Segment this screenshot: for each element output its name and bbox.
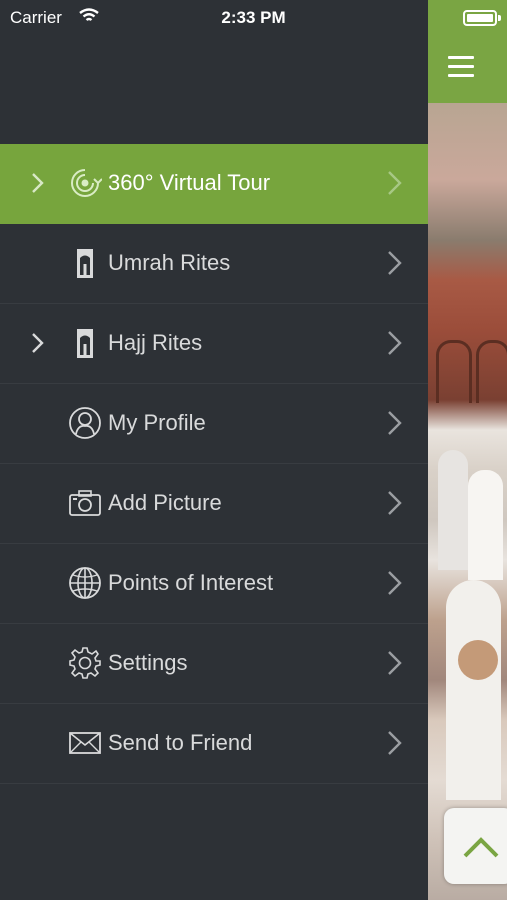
menu-item-label: My Profile [108,410,206,435]
photo-arch [436,340,472,403]
battery-icon [463,10,501,26]
profile-icon [69,407,101,439]
kaaba-icon [77,249,93,278]
photo-figure [446,580,501,800]
chevron-up-icon [463,837,499,858]
menu-item-label: Send to Friend [108,730,253,755]
photo-figure [468,470,503,580]
expand-chevron-icon[interactable] [30,331,46,355]
gear-icon [69,647,101,679]
chevron-right-icon [388,491,402,515]
virtual-tour-icon [71,169,102,197]
scroll-to-top-button[interactable] [444,808,507,884]
status-bar: Carrier 2:33 PM [0,0,507,36]
chevron-right-icon [388,731,402,755]
menu-item-points-of-interest[interactable]: Points of Interest [0,544,428,624]
photo-figure [458,640,498,680]
photo-figure [438,450,468,570]
globe-icon [69,567,101,599]
chevron-right-icon [388,411,402,435]
menu-item-label: 360° Virtual Tour [108,170,271,195]
menu-item-hajj-rites[interactable]: Hajj Rites [0,304,428,384]
menu-item-umrah-rites[interactable]: Umrah Rites [0,224,428,304]
menu-item-label: Hajj Rites [108,330,203,355]
menu-item-label: Add Picture [108,490,222,515]
menu-item-my-profile[interactable]: My Profile [0,384,428,464]
kaaba-icon [77,329,93,358]
chevron-right-icon [388,571,402,595]
menu-item-label: Umrah Rites [108,250,231,275]
menu-item-label: Points of Interest [108,570,274,595]
chevron-right-icon [388,331,402,355]
menu-item-send-to-friend[interactable]: Send to Friend [0,704,428,784]
chevron-right-icon [388,251,402,275]
menu-item-add-picture[interactable]: Add Picture [0,464,428,544]
clock: 2:33 PM [221,8,286,27]
menu-item-label: Settings [108,650,188,675]
chevron-right-icon [388,171,402,195]
background-photo [428,0,507,900]
envelope-icon [69,732,101,754]
side-menu: 360° Virtual Tour Umrah Rites Hajj Rites [0,144,428,784]
hamburger-menu-icon[interactable] [448,56,474,78]
camera-icon [69,490,101,516]
menu-item-settings[interactable]: Settings [0,624,428,704]
menu-item-virtual-tour[interactable]: 360° Virtual Tour [0,144,428,224]
expand-chevron-icon[interactable] [30,171,46,195]
chevron-right-icon [388,651,402,675]
photo-arch [476,340,507,403]
